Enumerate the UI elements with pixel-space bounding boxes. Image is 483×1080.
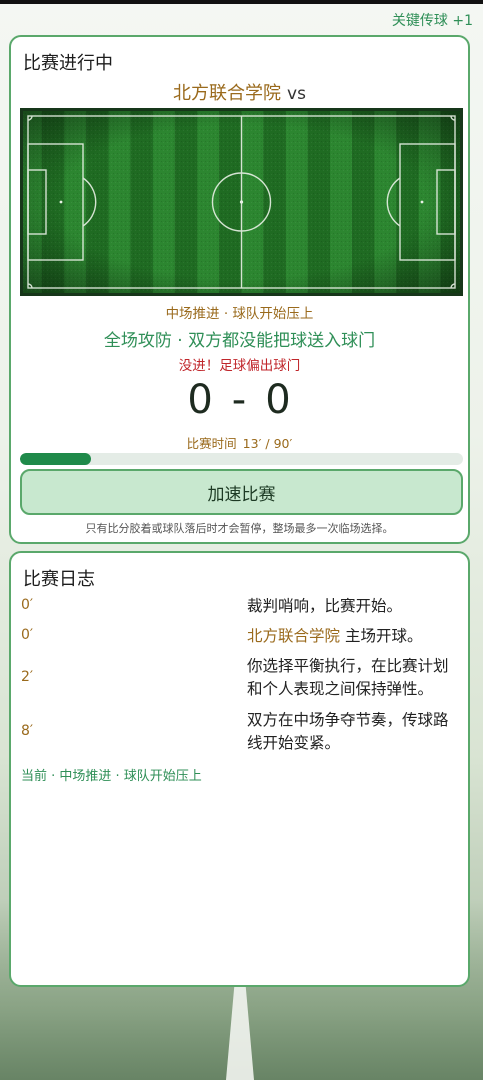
match-log-title: 比赛日志: [23, 569, 95, 590]
home-score: 0: [187, 377, 214, 423]
pitch: [20, 108, 463, 296]
shot-result: 没进！足球偏出球门: [178, 358, 301, 374]
match-status-title: 比赛进行中: [23, 53, 113, 74]
match-clock: 比赛时间 13′ / 90′: [11, 433, 468, 452]
vs-label: vs: [287, 84, 306, 104]
scoreboard: 0-0: [11, 377, 468, 423]
log-minute: 8′: [21, 723, 34, 739]
away-score: 0: [265, 377, 292, 423]
match-clock-value: 13′ / 90′: [242, 436, 293, 451]
status-bar: [0, 0, 483, 4]
log-team-name: 北方联合学院: [247, 627, 341, 645]
home-team-name: 北方联合学院: [173, 83, 282, 104]
log-text-rest: 主场开球。: [340, 627, 423, 645]
key-pass-notice: 关键传球 +1: [391, 13, 473, 29]
log-text: 你选择平衡执行，在比赛计划和个人表现之间保持弹性。: [247, 657, 449, 698]
match-progress-bar: [20, 453, 463, 465]
log-minute: 2′: [21, 669, 34, 685]
matchup: 北方联合学院 vs: [11, 79, 468, 105]
match-log-card: 比赛日志 0′ 裁判哨响，比赛开始。 0′ 北方联合学院 主场开球。 2′ 你选…: [9, 551, 470, 987]
match-progress-fill: [20, 453, 91, 465]
speed-up-button[interactable]: 加速比赛: [20, 469, 463, 515]
log-minute: 0′: [21, 597, 34, 613]
score-separator: -: [231, 377, 248, 423]
pitch-svg: [20, 108, 463, 296]
current-phase: 当前 · 中场推进 · 球队开始压上: [21, 769, 202, 784]
match-clock-label: 比赛时间: [186, 436, 237, 451]
log-text: 裁判哨响，比赛开始。: [247, 597, 403, 615]
match-card: 比赛进行中 北方联合学院 vs 中场推进 · 球队开始压上 全场攻防 · 双方都…: [9, 35, 470, 544]
log-text: 北方联合学院 主场开球。: [247, 625, 459, 648]
log-minute: 0′: [21, 627, 34, 643]
match-phase: 中场推进 · 球队开始压上: [165, 306, 314, 322]
pause-rule-note: 只有比分胶着或球队落后时才会暂停，整场最多一次临场选择。: [85, 522, 394, 535]
match-event: 全场攻防 · 双方都没能把球送入球门: [103, 331, 376, 351]
log-text: 双方在中场争夺节奏，传球路线开始变紧。: [247, 711, 449, 752]
